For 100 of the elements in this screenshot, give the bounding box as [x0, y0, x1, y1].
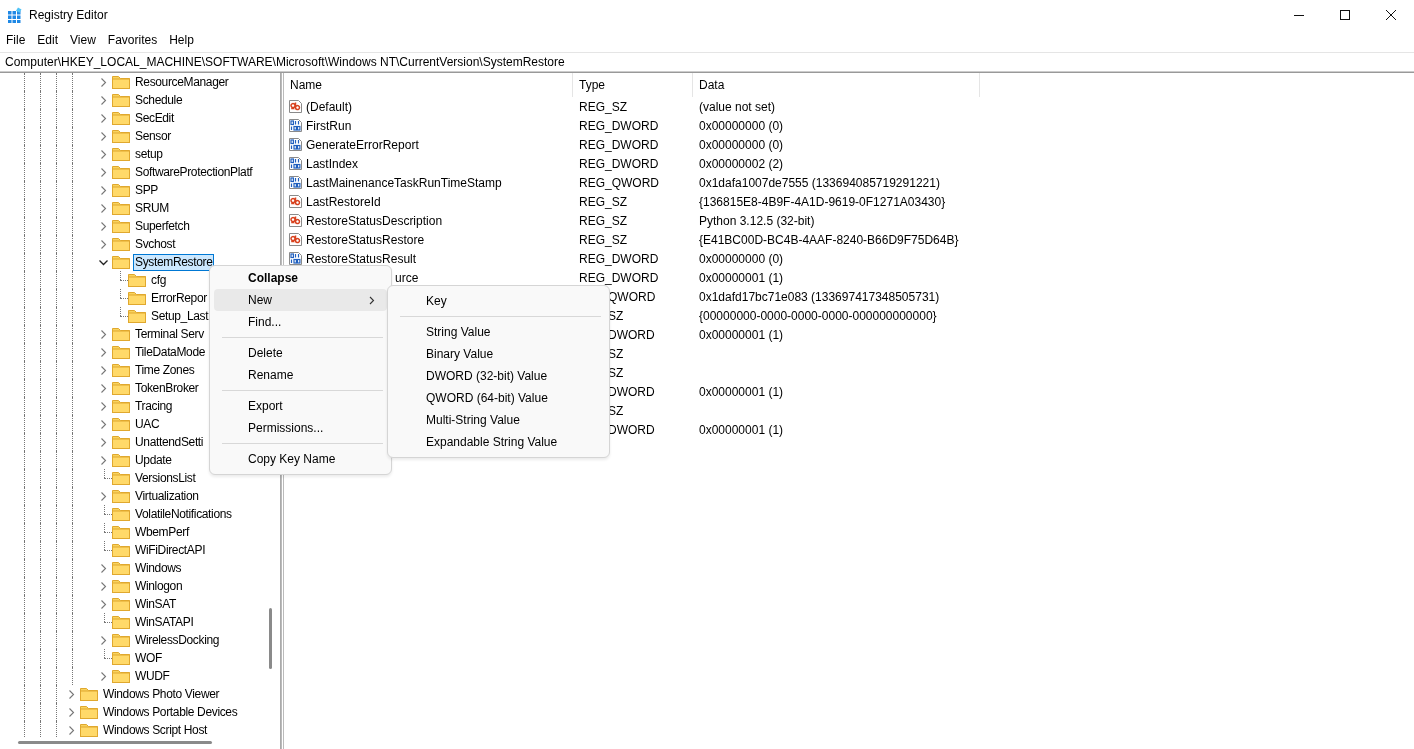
tree-item[interactable]: WbemPerf [133, 523, 191, 541]
menu-item[interactable]: Expandable String Value [392, 431, 605, 453]
folder-icon [112, 255, 130, 269]
value-data: Python 3.12.5 (32-bit) [699, 213, 815, 228]
folder-icon [112, 183, 130, 197]
folder-icon [112, 327, 130, 341]
tree-item[interactable]: TokenBroker [133, 379, 201, 397]
tree-item[interactable]: Schedule [133, 91, 185, 109]
binary-value-icon [288, 137, 303, 152]
menu-item[interactable]: QWORD (64-bit) Value [392, 387, 605, 409]
maximize-icon[interactable] [1340, 10, 1350, 20]
tree-item[interactable]: Time Zones [133, 361, 197, 379]
tree-item[interactable]: UAC [133, 415, 162, 433]
menu-item[interactable]: Copy Key Name [214, 448, 387, 470]
tree-item[interactable]: UnattendSetti [133, 433, 206, 451]
tree-item[interactable]: Superfetch [133, 217, 192, 235]
value-type: REG_SZ [579, 99, 627, 114]
folder-icon [112, 147, 130, 161]
menu-bar-item[interactable]: Favorites [101, 33, 164, 47]
folder-icon [112, 489, 130, 503]
value-name: FirstRun [306, 118, 352, 133]
menu-item[interactable]: Key [392, 290, 605, 312]
menu-item[interactable]: Multi-String Value [392, 409, 605, 431]
tree-item[interactable]: WOF [133, 649, 164, 667]
menu-item[interactable]: Rename [214, 364, 387, 386]
tree-item[interactable]: Virtualization [133, 487, 201, 505]
tree-item[interactable]: WUDF [133, 667, 172, 685]
address-bar[interactable]: Computer\HKEY_LOCAL_MACHINE\SOFTWARE\Microsoft\Windows NT\CurrentVersion\SystemRestore [0, 52, 1414, 72]
string-value-icon [288, 213, 303, 228]
tree-item[interactable]: WirelessDocking [133, 631, 222, 649]
tree-item[interactable]: SRUM [133, 199, 171, 217]
menu-item[interactable]: String Value [392, 321, 605, 343]
tree-item[interactable]: SystemRestore [133, 253, 215, 271]
close-icon[interactable] [1386, 10, 1396, 20]
folder-icon [112, 75, 130, 89]
column-header[interactable]: Data [693, 73, 980, 97]
folder-icon [112, 633, 130, 647]
column-header[interactable]: Type [573, 73, 693, 97]
menu-item[interactable]: Collapse [214, 267, 387, 289]
tree-item[interactable]: Update [133, 451, 174, 469]
folder-icon [128, 273, 146, 287]
value-data: 0x00000001 (1) [699, 384, 784, 399]
tree-item[interactable]: Windows Portable Devices [101, 703, 240, 721]
value-data: 0x00000002 (2) [699, 156, 784, 171]
column-header[interactable]: Name [284, 73, 573, 97]
folder-icon [128, 291, 146, 305]
value-data: {136815E8-4B9F-4A1D-9619-0F1271A03430} [699, 194, 946, 209]
folder-icon [112, 417, 130, 431]
menu-bar-item[interactable]: Help [163, 33, 200, 47]
folder-icon [112, 111, 130, 125]
menu-item[interactable]: New [214, 289, 387, 311]
tree-item[interactable]: cfg [149, 271, 168, 289]
scrollbar[interactable] [269, 608, 272, 669]
tree-item[interactable]: VolatileNotifications [133, 505, 234, 523]
menu-bar-item[interactable]: File [0, 33, 32, 47]
tree-item[interactable]: Windows Script Host [101, 721, 210, 737]
value-name: urce [395, 270, 419, 285]
tree-item[interactable]: WinSAT [133, 595, 178, 613]
tree-item[interactable]: VersionsList [133, 469, 198, 487]
tree-item[interactable]: SoftwareProtectionPlatf [133, 163, 255, 181]
tree-item[interactable]: Terminal Serv [133, 325, 206, 343]
tree-item[interactable]: Setup_Last [149, 307, 211, 325]
value-name: RestoreStatusResult [306, 251, 417, 266]
tree-item[interactable]: Sensor [133, 127, 173, 145]
menu-item[interactable]: Binary Value [392, 343, 605, 365]
value-data: {E41BC00D-BC4B-4AAF-8240-B66D9F75D64B} [699, 232, 959, 247]
folder-icon [112, 597, 130, 611]
value-data: 0x00000001 (1) [699, 327, 784, 342]
tree-item[interactable]: WiFiDirectAPI [133, 541, 208, 559]
folder-icon [112, 219, 130, 233]
value-data: 0x00000000 (0) [699, 118, 784, 133]
tree-item[interactable]: ErrorRepor [149, 289, 209, 307]
registry-icon [7, 7, 23, 23]
value-type: REG_DWORD [579, 251, 659, 266]
menu-bar-item[interactable]: View [64, 33, 102, 47]
menu-item[interactable]: Delete [214, 342, 387, 364]
tree-item[interactable]: Windows Photo Viewer [101, 685, 222, 703]
tree-item[interactable]: ResourceManager [133, 73, 231, 91]
tree-item[interactable]: setup [133, 145, 165, 163]
menu-item[interactable]: Export [214, 395, 387, 417]
scrollbar[interactable] [18, 741, 212, 744]
string-value-icon [288, 99, 303, 114]
tree-item[interactable]: WinSATAPI [133, 613, 196, 631]
menu-item[interactable]: DWORD (32-bit) Value [392, 365, 605, 387]
tree-item[interactable]: SecEdit [133, 109, 176, 127]
tree-item[interactable]: TileDataMode [133, 343, 208, 361]
folder-icon [112, 651, 130, 665]
tree-item[interactable]: SPP [133, 181, 160, 199]
tree-item[interactable]: Svchost [133, 235, 178, 253]
chevron-icon[interactable] [99, 258, 108, 267]
value-name: LastRestoreId [306, 194, 381, 209]
menu-item[interactable]: Permissions... [214, 417, 387, 439]
menu-bar-item[interactable]: Edit [31, 33, 65, 47]
tree-item[interactable]: Windows [133, 559, 184, 577]
tree-item[interactable]: Tracing [133, 397, 175, 415]
tree-item[interactable]: Winlogon [133, 577, 185, 595]
folder-icon [112, 543, 130, 557]
menu-item[interactable]: Find... [214, 311, 387, 333]
folder-icon [112, 399, 130, 413]
folder-icon [112, 669, 130, 683]
